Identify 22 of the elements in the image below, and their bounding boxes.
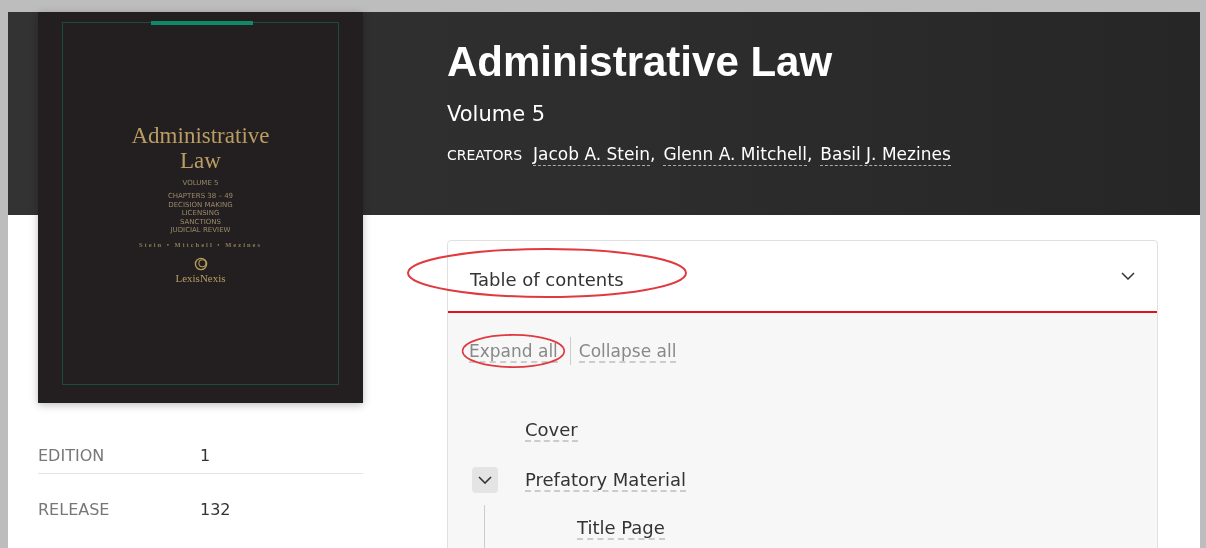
toc-title: Table of contents <box>470 268 624 290</box>
creators-label: CREATORS <box>447 147 523 163</box>
book-title: Administrative Law <box>447 37 834 87</box>
creator-link[interactable]: Glenn A. Mitchell <box>663 144 807 166</box>
toc-link[interactable]: Cover <box>525 418 578 442</box>
detail-value: 1 <box>200 445 211 465</box>
separator-comma: , <box>806 144 813 164</box>
detail-label: EDITION <box>38 445 106 465</box>
cover-publisher: LexisNexis <box>175 271 226 284</box>
separator-comma: , <box>649 144 656 164</box>
creator-link[interactable]: Basil J. Mezines <box>820 144 951 166</box>
detail-label: RELEASE <box>38 499 111 519</box>
publisher-logo-icon <box>193 256 208 271</box>
toc-link[interactable]: Title Page <box>577 516 665 540</box>
creator-link[interactable]: Jacob A. Stein <box>533 144 650 166</box>
volume-subtitle: Volume 5 <box>447 102 547 126</box>
cover-title: Administrative Law <box>130 123 271 173</box>
toc-link[interactable]: Prefatory Material <box>525 468 686 492</box>
detail-value: 132 <box>200 499 231 519</box>
toc-header[interactable]: Table of contents <box>448 241 1157 313</box>
chevron-down-icon <box>478 476 492 484</box>
expand-toggle[interactable] <box>472 467 498 493</box>
